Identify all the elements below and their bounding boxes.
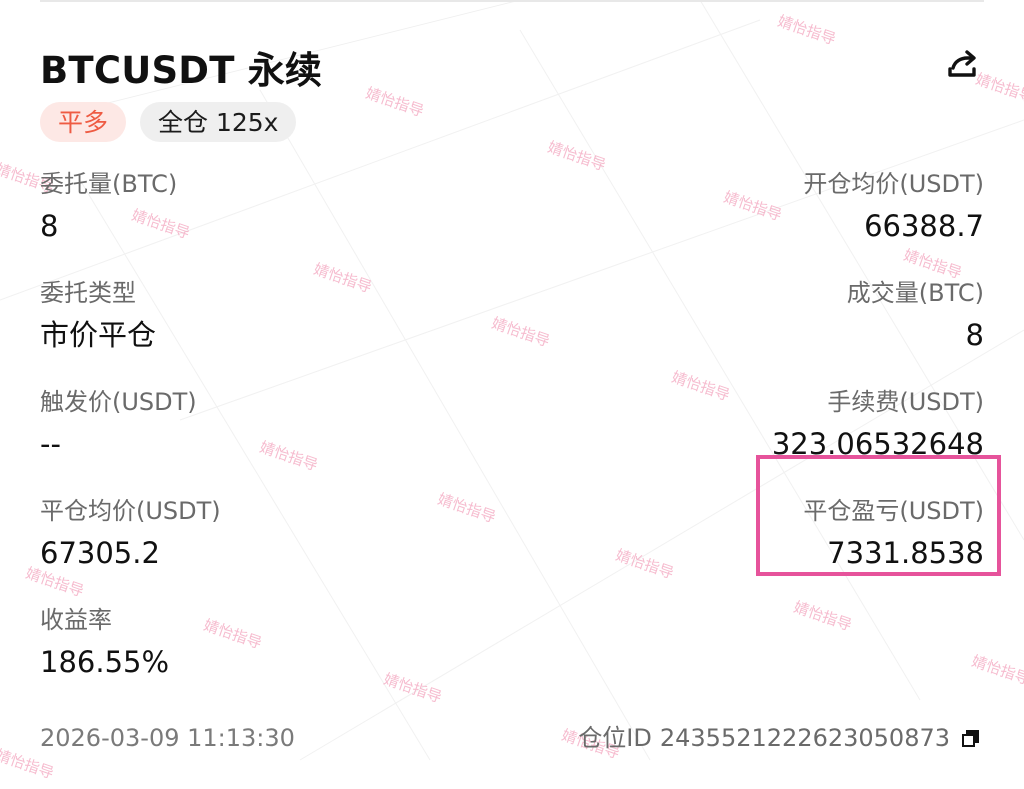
watermark-text: 婧怡指导: [969, 651, 1024, 689]
trigger-price-label: 触发价(USDT): [40, 388, 197, 416]
watermark-text: 婧怡指导: [613, 545, 677, 583]
trigger-price-value: --: [40, 426, 61, 461]
watermark-text: 婧怡指导: [721, 187, 785, 225]
timestamp: 2026-03-09 11:13:30: [40, 724, 295, 752]
avg-open-price-field: 开仓均价(USDT) 66388.7: [803, 170, 984, 244]
watermark-text: 婧怡指导: [901, 245, 965, 283]
watermark-text: 婧怡指导: [489, 313, 553, 351]
realized-pnl-value: 7331.8538: [827, 535, 984, 570]
watermark-text: 婧怡指导: [435, 489, 499, 527]
order-type-field: 委托类型 市价平仓: [40, 279, 156, 353]
realized-pnl-field: 平仓盈亏(USDT) 7331.8538: [803, 497, 984, 571]
avg-close-price-field: 平仓均价(USDT) 67305.2: [40, 497, 221, 571]
trade-detail-screen: 婧怡指导 婧怡指导 婧怡指导 婧怡指导 婧怡指导 婧怡指导 婧怡指导 婧怡指导 …: [0, 0, 1024, 789]
fee-label: 手续费(USDT): [827, 388, 984, 416]
margin-mode-badge: 全仓 125x: [140, 102, 297, 142]
share-button[interactable]: [944, 46, 980, 82]
filled-qty-label: 成交量(BTC): [846, 279, 984, 307]
avg-close-price-label: 平仓均价(USDT): [40, 497, 221, 525]
watermark-text: 婧怡指导: [311, 259, 375, 297]
roi-value: 186.55%: [40, 644, 170, 679]
avg-open-price-value: 66388.7: [864, 208, 984, 243]
position-id-value: 2435521222623050873: [659, 724, 950, 752]
status-badges: 平多 全仓 125x: [40, 102, 297, 142]
share-icon: [948, 50, 976, 77]
watermark-text: 婧怡指导: [363, 83, 427, 121]
fee-value: 323.06532648: [771, 426, 984, 461]
position-side-badge: 平多: [40, 102, 127, 142]
copy-position-id-button[interactable]: [958, 725, 984, 751]
watermark-text: 婧怡指导: [973, 69, 1024, 107]
roi-label: 收益率: [40, 606, 112, 634]
position-id-label: 仓位ID: [578, 724, 652, 752]
order-type-label: 委托类型: [40, 279, 136, 307]
watermark-text: 婧怡指导: [201, 615, 265, 653]
avg-open-price-label: 开仓均价(USDT): [803, 170, 984, 198]
trigger-price-field: 触发价(USDT) --: [40, 388, 197, 462]
top-divider: [40, 0, 984, 2]
position-id-row: 仓位ID 2435521222623050873: [578, 724, 984, 753]
order-qty-field: 委托量(BTC) 8: [40, 170, 177, 244]
watermark-text: 婧怡指导: [775, 11, 839, 49]
watermark-text: 婧怡指导: [669, 367, 733, 405]
watermark-text: 婧怡指导: [257, 437, 321, 475]
page-title: BTCUSDT 永续: [40, 49, 323, 92]
watermark-text: 婧怡指导: [381, 669, 445, 707]
filled-qty-field: 成交量(BTC) 8: [847, 279, 984, 353]
order-qty-label: 委托量(BTC): [40, 170, 178, 198]
filled-qty-value: 8: [965, 317, 984, 352]
watermark-text: 婧怡指导: [791, 597, 855, 635]
avg-close-price-value: 67305.2: [40, 535, 160, 570]
watermark-text: 婧怡指导: [545, 137, 609, 175]
fee-field: 手续费(USDT) 323.06532648: [772, 388, 984, 462]
order-type-value: 市价平仓: [40, 317, 157, 352]
order-qty-value: 8: [40, 208, 59, 243]
roi-field: 收益率 186.55%: [40, 606, 169, 680]
realized-pnl-label: 平仓盈亏(USDT): [803, 497, 984, 525]
copy-icon: [962, 730, 979, 748]
